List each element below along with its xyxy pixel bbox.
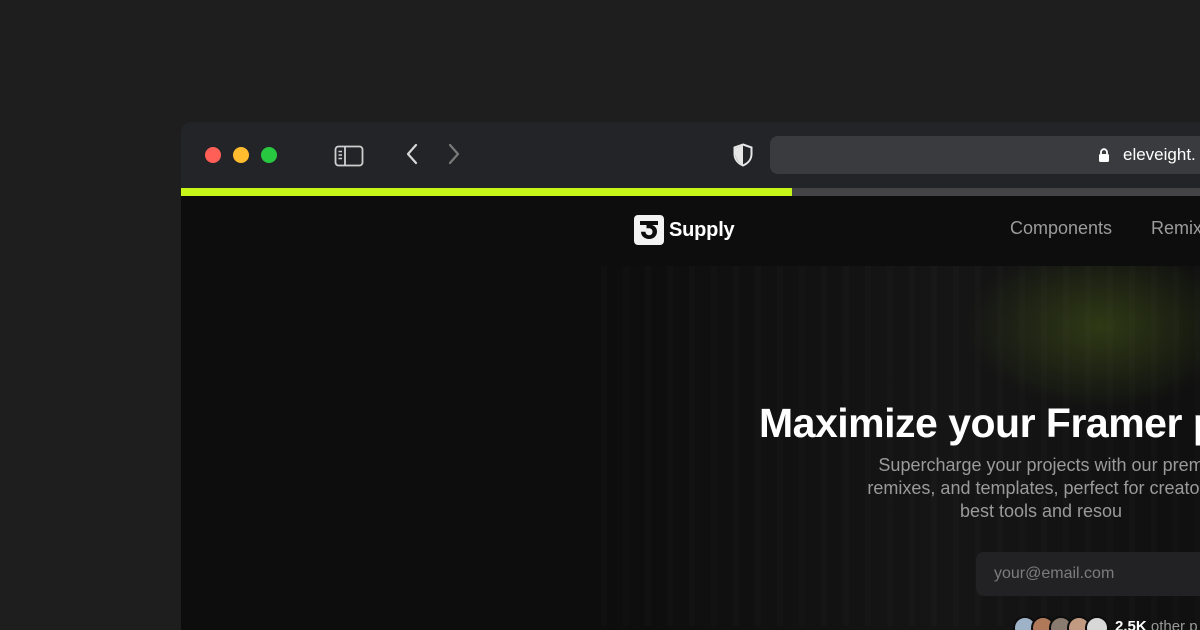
minimize-window-button[interactable] (233, 147, 249, 163)
hero-subtext-line: remixes, and templates, perfect for crea… (867, 478, 1200, 498)
sidebar-toggle-icon[interactable] (334, 145, 364, 172)
hero-headline: Maximize your Framer p (759, 400, 1200, 446)
hero-subtext: Supercharge your projects with our prem … (741, 454, 1200, 523)
social-proof-count: 2.5K (1115, 618, 1147, 630)
supply-logo-icon (634, 215, 664, 245)
forward-chevron-icon[interactable] (447, 143, 461, 170)
browser-toolbar: eleveight. (181, 122, 1200, 188)
site-logo[interactable]: Supply (634, 215, 735, 245)
hero-subtext-line: best tools and resou (959, 501, 1123, 521)
zoom-window-button[interactable] (261, 147, 277, 163)
social-proof-suffix: other p (1150, 618, 1198, 630)
page-load-progress (181, 188, 1200, 196)
avatar (1085, 616, 1109, 630)
address-bar[interactable]: eleveight. (770, 136, 1200, 174)
back-chevron-icon[interactable] (405, 143, 419, 170)
hero-subtext-line: Supercharge your projects with our prem (878, 455, 1200, 475)
lock-icon (1098, 148, 1110, 168)
nav-link-components[interactable]: Components (1010, 218, 1112, 239)
address-text: eleveight. (1123, 145, 1196, 164)
avatar-group (1013, 616, 1109, 630)
nav-link-remix[interactable]: Remix (1151, 218, 1200, 239)
page-load-progress-fill (181, 188, 793, 196)
browser-window: eleveight. Supply Components Remix Maxim… (181, 122, 1200, 630)
close-window-button[interactable] (205, 147, 221, 163)
web-page: Supply Components Remix Maximize your Fr… (181, 196, 1200, 630)
brand-name: Supply (669, 218, 735, 241)
email-input[interactable] (976, 552, 1200, 596)
social-proof-text: 2.5K other p (1115, 618, 1198, 630)
privacy-shield-icon[interactable] (732, 143, 754, 172)
